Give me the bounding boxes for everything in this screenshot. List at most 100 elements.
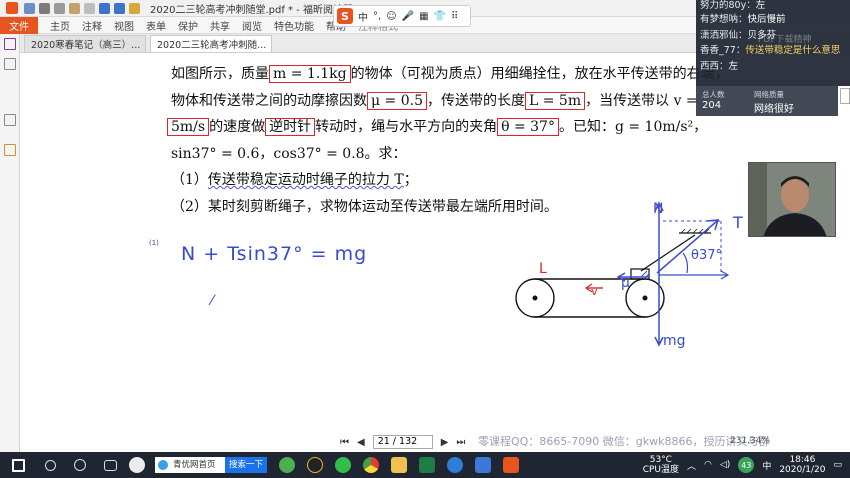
menu-form[interactable]: 表单 xyxy=(146,18,166,33)
conveyor-diagram xyxy=(515,201,730,347)
chrome-icon[interactable] xyxy=(363,457,380,473)
print-icon[interactable] xyxy=(54,2,65,14)
notification-badge[interactable]: 43 xyxy=(738,457,755,473)
mass-highlight: m = 1.1kg xyxy=(269,65,351,83)
zoom-level[interactable]: 231.34% xyxy=(730,436,770,446)
foxit-icon[interactable] xyxy=(503,457,520,473)
ime-mic-icon[interactable]: 🎤 xyxy=(402,11,414,22)
app-icon[interactable] xyxy=(129,457,145,473)
menu-view[interactable]: 视图 xyxy=(114,18,134,33)
teaching-app-icon[interactable] xyxy=(475,457,492,473)
tab-notes[interactable]: 2020寒春笔记（高三）... × xyxy=(24,35,146,52)
select-icon[interactable] xyxy=(84,2,95,14)
network-label: 网络质量 xyxy=(754,90,784,99)
bookmark-icon[interactable] xyxy=(4,38,16,50)
tab-current[interactable]: 2020二三轮高考冲刺随... × xyxy=(150,35,272,52)
first-page-button[interactable]: ⏮ xyxy=(340,437,349,448)
menu-read[interactable]: 阅览 xyxy=(242,18,262,33)
prev-page-button[interactable]: ◀ xyxy=(357,437,365,448)
clock[interactable]: 18:46 2020/1/20 xyxy=(779,455,825,475)
live-chat-panel: 努力的80y：左 有梦想呐：快后慢前 潇洒邪仙：贝多芬 香香_77：传送带稳定是… xyxy=(696,0,850,86)
chat-text: 快后慢前 xyxy=(747,14,786,25)
label-mg: mg xyxy=(663,333,686,349)
browser-logo-icon xyxy=(158,460,168,470)
text: ，传送带的长度 xyxy=(427,93,525,109)
page-number-input[interactable]: 21 / 132 xyxy=(372,435,433,449)
menu-share[interactable]: 共享 xyxy=(210,18,230,33)
right-axle xyxy=(642,295,648,301)
open-icon[interactable] xyxy=(24,2,35,14)
handwriting-equation: N + Tsin37° = mg xyxy=(181,243,368,265)
cortana-icon[interactable] xyxy=(74,459,86,471)
panel-toggle-button[interactable] xyxy=(840,88,850,104)
problem-line-1: 如图所示，质量 m = 1.1kg 的物体（可视为质点）用细绳拴住，放在水平传送带的… xyxy=(171,63,729,83)
pages-icon[interactable] xyxy=(4,114,16,126)
file-menu[interactable]: 文件 xyxy=(0,16,38,34)
redo-icon[interactable] xyxy=(114,2,125,14)
ime-emoji-icon[interactable]: ☺ xyxy=(386,11,396,22)
undo-icon[interactable] xyxy=(99,2,110,14)
pen-cursor-icon: ⁄ xyxy=(211,293,214,309)
text: 传送带稳定运动时绳子的拉力 xyxy=(207,172,390,188)
page-thumbnail-icon[interactable] xyxy=(4,58,16,70)
window-title: 2020二三轮高考冲刺随堂.pdf * - 福昕阅读器 xyxy=(150,4,353,16)
files-icon[interactable] xyxy=(391,457,408,473)
ime-keyboard-icon[interactable]: ▦ xyxy=(419,11,428,22)
excel-icon[interactable] xyxy=(419,457,436,473)
label-T: T xyxy=(733,213,743,232)
browser-search-input[interactable]: 青优网首页 xyxy=(155,457,225,473)
question-1-underlined: 传送带稳定运动时绳子的拉力 T xyxy=(208,172,404,188)
app-window: { "window": { "title": "2020二三轮高考冲刺随堂.pd… xyxy=(0,0,850,478)
tray-arrow-icon[interactable]: ︿ xyxy=(687,459,696,472)
text: 转动时，绳与水平方向的夹角 xyxy=(315,119,498,135)
wechat-icon[interactable] xyxy=(335,457,352,473)
menu-features[interactable]: 特色功能 xyxy=(274,18,314,33)
page-navigation: ⏮ ◀ 21 / 132 ▶ ⏭ xyxy=(340,434,465,450)
label-mu: μ xyxy=(621,275,630,291)
browser-search-button[interactable]: 搜索一下 xyxy=(225,457,268,473)
qq-icon[interactable] xyxy=(307,457,324,473)
chat-text: 传送带稳定是什么意思 xyxy=(745,45,841,56)
chat-message: 努力的80y：左 xyxy=(700,0,765,11)
label-v: v xyxy=(591,285,598,298)
layers-icon[interactable] xyxy=(4,144,16,156)
save-icon[interactable] xyxy=(39,2,50,14)
wifi-icon[interactable]: ◠ xyxy=(704,460,712,470)
ime-punct-icon[interactable]: °, xyxy=(373,11,381,22)
ime-more-icon[interactable]: ⠿ xyxy=(451,11,458,22)
search-icon[interactable] xyxy=(45,459,56,471)
volume-icon[interactable]: ◁) xyxy=(720,460,730,470)
block-hatch xyxy=(640,270,650,280)
ime-lang[interactable]: 中 xyxy=(358,9,368,24)
tab-label: 2020寒春笔记（高三）... xyxy=(31,40,141,51)
app-logo-icon xyxy=(6,2,18,14)
input-language[interactable]: 中 xyxy=(762,459,771,472)
quick-access-toolbar xyxy=(24,2,140,14)
chat-overlay-text: PDF下载精神 xyxy=(758,35,812,45)
360-browser-icon[interactable] xyxy=(279,457,296,473)
text: 。已知：g = 10m/s²， xyxy=(558,119,708,135)
text: （1） xyxy=(171,172,208,188)
hand-icon[interactable] xyxy=(69,2,80,14)
stamp-icon[interactable] xyxy=(129,2,140,14)
text: ； xyxy=(403,172,418,188)
menu-comment[interactable]: 注释 xyxy=(82,18,102,33)
text: 物体和传送带之间的动摩擦因数 xyxy=(171,93,367,109)
edge-icon[interactable] xyxy=(447,457,464,473)
ime-logo-icon[interactable]: S xyxy=(337,8,353,24)
text: ，当传送带以 v = xyxy=(585,93,698,109)
start-icon[interactable] xyxy=(12,458,25,472)
task-view-icon[interactable] xyxy=(104,459,117,471)
ime-skin-icon[interactable]: 👕 xyxy=(434,11,446,22)
left-axle xyxy=(532,295,538,301)
clock-time: 18:46 xyxy=(789,455,816,465)
chat-user: 西西： xyxy=(700,61,729,72)
class-stats: 总人数 204 网络质量 网络很好 xyxy=(696,86,838,116)
handwriting-label: (1) xyxy=(149,239,159,247)
menu-home[interactable]: 主页 xyxy=(50,18,70,33)
action-center-icon[interactable]: ▭ xyxy=(833,460,842,470)
next-page-button[interactable]: ▶ xyxy=(441,437,449,448)
menu-protect[interactable]: 保护 xyxy=(178,18,198,33)
last-page-button[interactable]: ⏭ xyxy=(456,437,465,448)
cpu-temperature: 53°C CPU温度 xyxy=(643,455,679,475)
